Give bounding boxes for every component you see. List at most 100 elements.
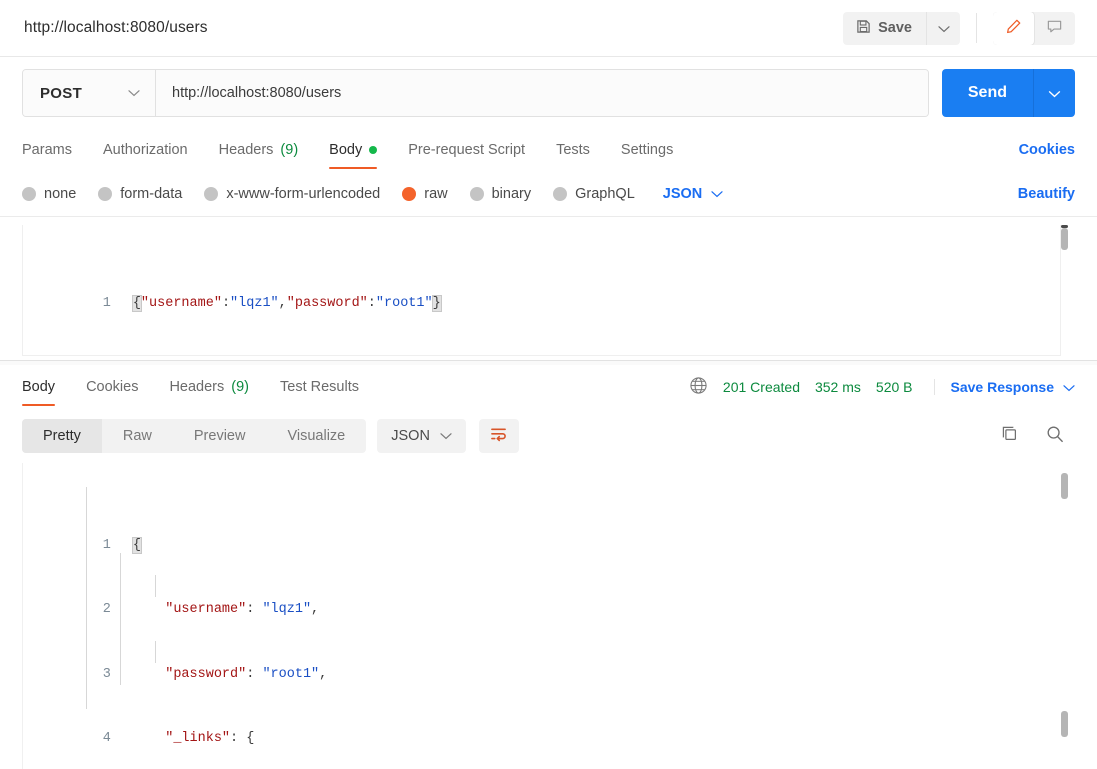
radio-icon [98, 186, 113, 201]
response-tab-test-results-label: Test Results [280, 379, 359, 395]
body-type-graphql[interactable]: GraphQL [553, 186, 635, 202]
save-button[interactable]: Save [843, 11, 926, 45]
json-value-username: "lqz1" [262, 602, 312, 617]
tab-headers[interactable]: Headers (9) [219, 129, 299, 171]
response-status-bar: 201 Created 352 ms 520 B Save Response [689, 376, 1075, 398]
response-view-pretty[interactable]: Pretty [22, 419, 102, 453]
json-colon: : [221, 295, 231, 311]
response-gutter-border [22, 463, 23, 769]
body-type-form-data[interactable]: form-data [98, 186, 182, 202]
copy-icon[interactable] [1000, 424, 1019, 448]
json-key-password: "password" [165, 666, 247, 682]
send-button-group: Send [941, 69, 1075, 117]
body-type-binary[interactable]: binary [469, 186, 531, 202]
json-close-brace: } [431, 294, 442, 312]
response-view-visualize[interactable]: Visualize [266, 419, 366, 453]
scrollbar-thumb[interactable] [1061, 228, 1068, 250]
json-value-password: "root1" [375, 295, 433, 311]
line-number: 1 [102, 295, 111, 311]
radio-icon [204, 186, 219, 201]
response-tab-headers-count: (9) [231, 379, 249, 395]
line-number: 2 [102, 602, 111, 617]
toolbar-divider [976, 13, 977, 43]
comment-button[interactable] [1034, 12, 1075, 45]
tab-tests[interactable]: Tests [556, 129, 590, 171]
chevron-down-icon [128, 84, 140, 102]
code-line: 2 "username": "lqz1", [0, 578, 1097, 617]
response-tab-headers[interactable]: Headers (9) [169, 366, 249, 408]
response-format-label: JSON [391, 428, 430, 444]
line-number: 1 [102, 537, 111, 553]
word-wrap-icon [489, 426, 508, 447]
word-wrap-toggle[interactable] [478, 419, 519, 453]
floppy-disk-icon [856, 19, 871, 38]
response-format-select[interactable]: JSON [377, 419, 466, 453]
body-type-graphql-label: GraphQL [575, 185, 635, 202]
body-type-none[interactable]: none [22, 186, 76, 202]
body-format-select[interactable]: JSON [663, 186, 724, 202]
json-key-username: "username" [165, 602, 247, 617]
radio-icon [469, 186, 484, 201]
request-url-input[interactable] [156, 70, 928, 116]
body-type-none-label: none [44, 185, 77, 202]
send-button[interactable]: Send [941, 69, 1033, 117]
tab-headers-count: (9) [280, 142, 299, 158]
tab-body[interactable]: Body [329, 129, 378, 171]
edit-request-button[interactable] [993, 11, 1034, 45]
code-line: 1{ [0, 513, 1097, 554]
code-line: 1 {"username":"lqz1","password":"root1"} [0, 271, 1097, 312]
scrollbar-thumb-horizontal[interactable] [1061, 711, 1068, 737]
response-tab-cookies[interactable]: Cookies [86, 366, 138, 408]
tab-authorization-label: Authorization [102, 142, 188, 158]
tab-params[interactable]: Params [22, 129, 72, 171]
comment-icon [1046, 18, 1063, 38]
response-view-raw[interactable]: Raw [102, 419, 173, 453]
response-body-viewer[interactable]: 1{ 2 "username": "lqz1", 3 "password": "… [0, 463, 1097, 769]
response-tab-body[interactable]: Body [22, 366, 56, 408]
beautify-link[interactable]: Beautify [1018, 186, 1075, 202]
request-url-field: POST [22, 69, 929, 117]
code-line: 3 "password": "root1", [0, 642, 1097, 682]
json-open-brace: { [131, 536, 142, 554]
tab-pre-request-script[interactable]: Pre-request Script [408, 129, 525, 171]
cookies-link[interactable]: Cookies [1019, 142, 1075, 158]
request-code: 1 {"username":"lqz1","password":"root1"} [0, 217, 1097, 336]
json-open-brace: { [131, 294, 142, 312]
body-type-urlencoded[interactable]: x-www-form-urlencoded [204, 186, 380, 202]
chevron-down-icon [1063, 379, 1075, 395]
body-type-raw[interactable]: raw [402, 186, 448, 202]
request-title: http://localhost:8080/users [24, 19, 208, 36]
save-response-button[interactable]: Save Response [933, 379, 1076, 395]
tab-body-label: Body [329, 142, 363, 158]
response-scrollbar[interactable] [1061, 463, 1068, 769]
postman-window: http://localhost:8080/users Save POST ht… [0, 0, 1097, 769]
response-tab-test-results[interactable]: Test Results [280, 366, 359, 408]
tab-authorization[interactable]: Authorization [103, 129, 188, 171]
chevron-down-icon [1048, 86, 1061, 101]
chevron-down-icon [937, 21, 950, 36]
response-toolbar-actions [1000, 424, 1075, 449]
http-method-select[interactable]: POST [23, 70, 156, 116]
response-tabs: Body Cookies Headers (9) Test Results 20… [0, 365, 1097, 409]
request-editor-scrollbar[interactable] [1061, 225, 1068, 354]
scrollbar-thumb-vertical[interactable] [1061, 473, 1068, 499]
top-bar: http://localhost:8080/users Save [0, 0, 1097, 57]
tab-params-label: Params [22, 142, 72, 158]
json-key-username: "username" [140, 295, 222, 311]
response-view-preview[interactable]: Preview [173, 419, 267, 453]
pencil-icon [1005, 18, 1022, 38]
body-type-row: none form-data x-www-form-urlencoded raw… [0, 171, 1097, 217]
tab-tests-label: Tests [556, 142, 590, 158]
save-options-button[interactable] [926, 11, 960, 45]
view-mode-group [993, 11, 1075, 45]
response-time: 352 ms [814, 379, 861, 395]
search-icon[interactable] [1045, 424, 1065, 449]
response-tab-cookies-label: Cookies [86, 379, 139, 395]
json-colon: : [367, 295, 376, 311]
json-key-password: "password" [286, 295, 368, 311]
request-body-editor[interactable]: 1 {"username":"lqz1","password":"root1"} [0, 217, 1097, 361]
request-tabs: Params Authorization Headers (9) Body Pr… [0, 129, 1097, 171]
save-button-label: Save [878, 20, 912, 36]
send-options-button[interactable] [1033, 69, 1075, 117]
tab-settings[interactable]: Settings [621, 129, 673, 171]
